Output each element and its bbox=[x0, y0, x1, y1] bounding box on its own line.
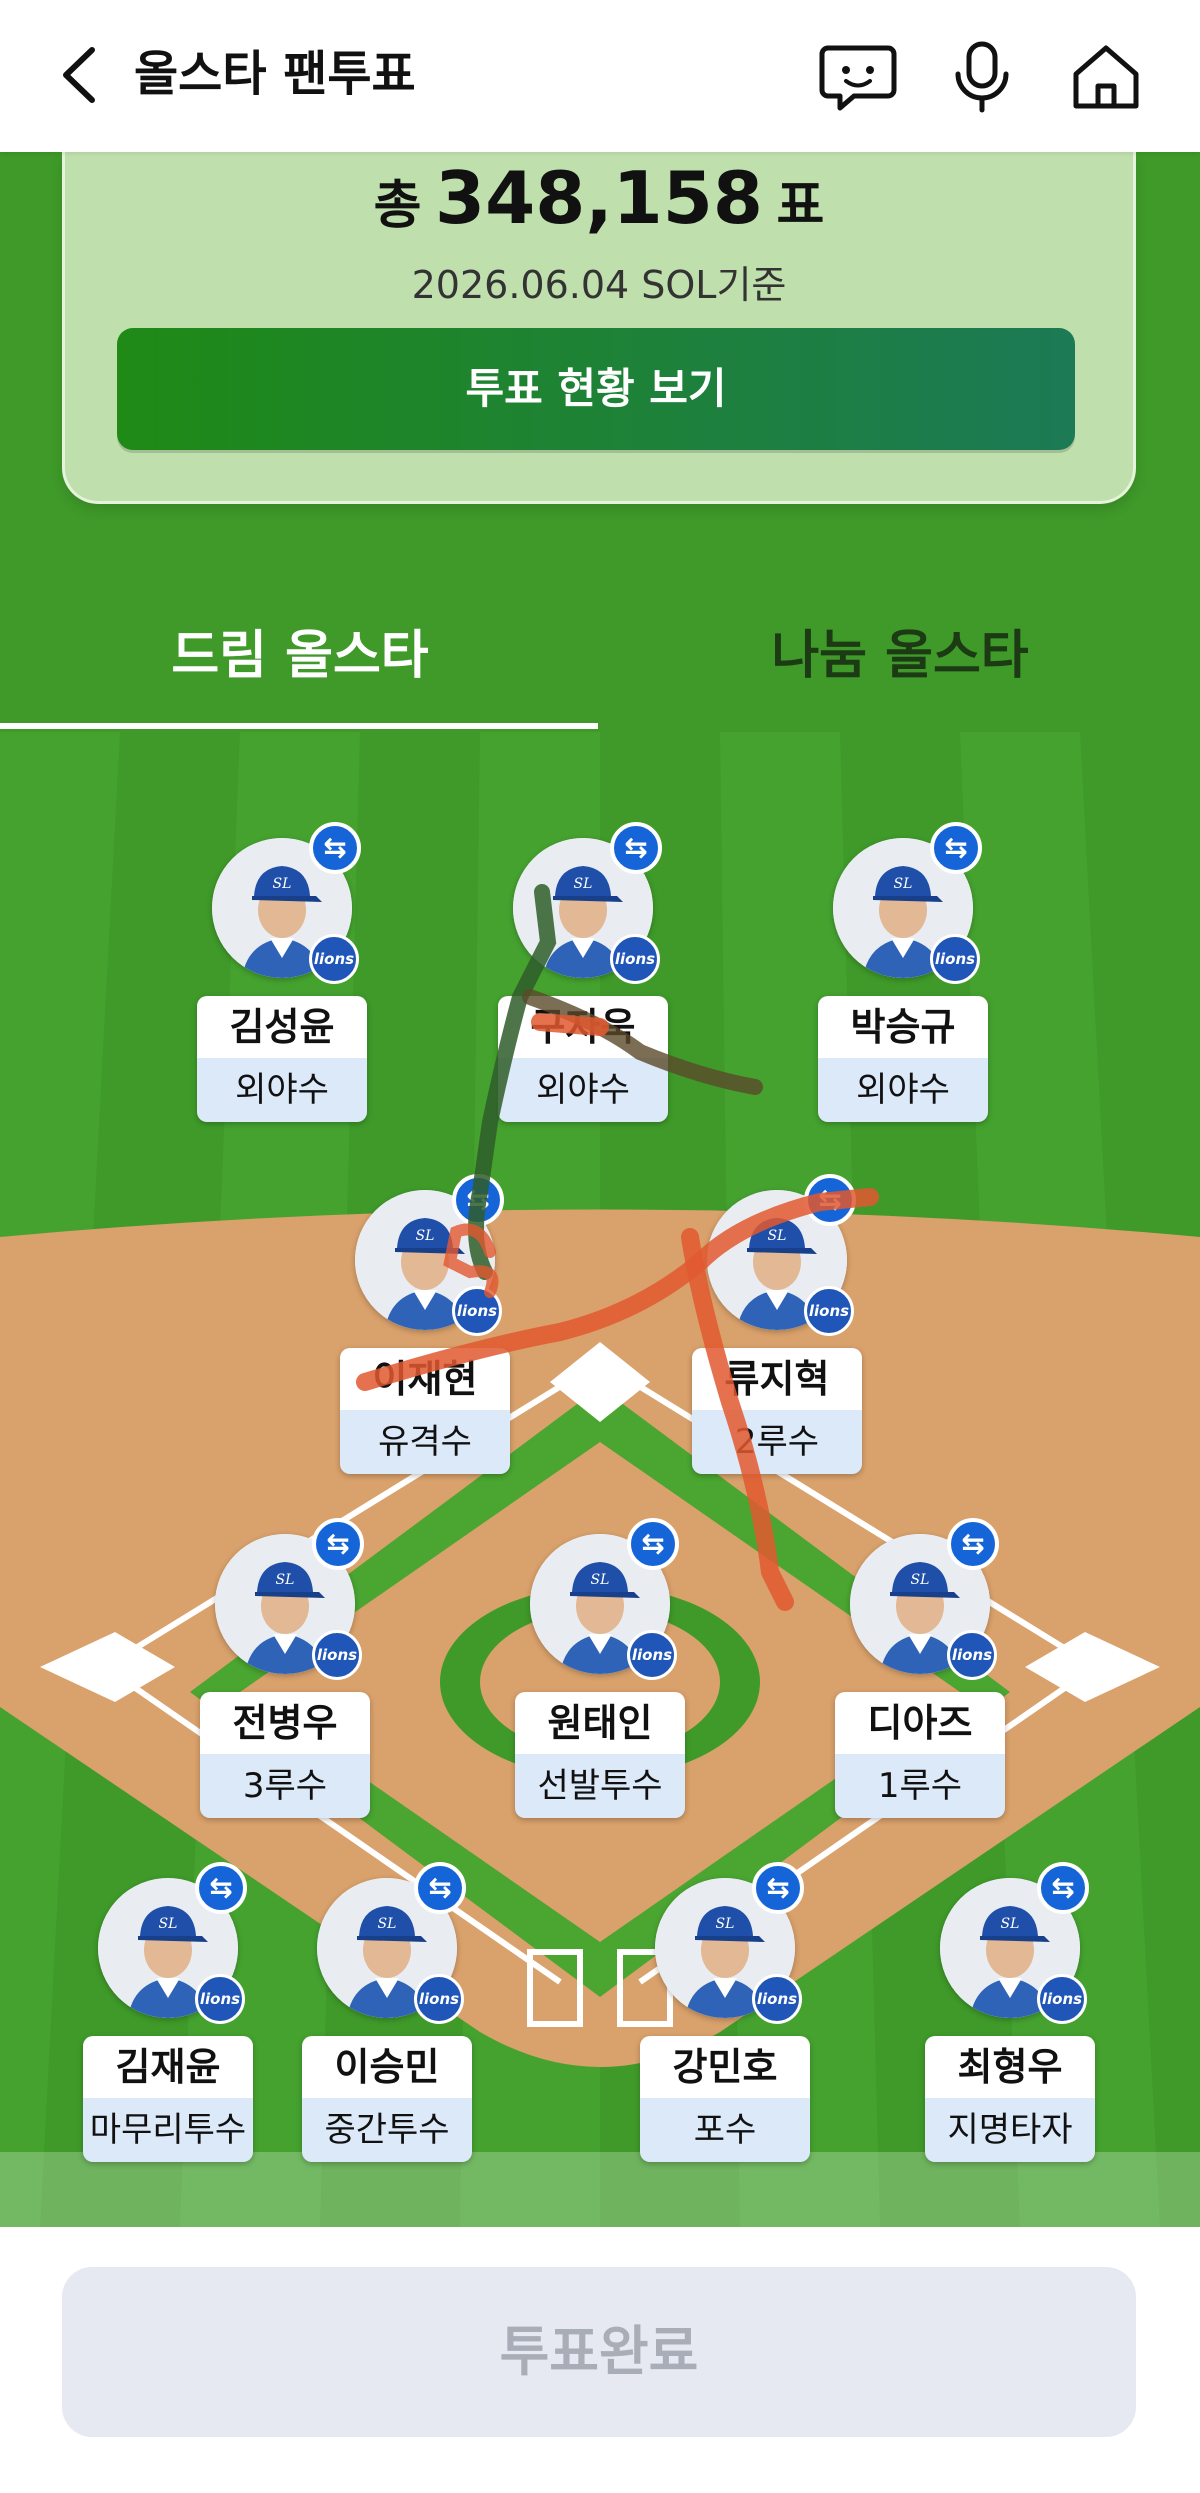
swap-icon[interactable]: ⇆ bbox=[947, 1518, 999, 1570]
tab-share-allstar[interactable]: 나눔 올스타 bbox=[600, 616, 1200, 696]
microphone-button[interactable] bbox=[942, 36, 1022, 116]
player-label: 강민호 포수 bbox=[640, 2036, 810, 2162]
app-header: 올스타 팬투표 bbox=[0, 0, 1200, 152]
bottom-bar: 투표완료 bbox=[0, 2227, 1200, 2493]
svg-text:SL: SL bbox=[591, 1572, 610, 1588]
swap-icon[interactable]: ⇆ bbox=[414, 1862, 466, 1914]
player-label: 박승규 외야수 bbox=[818, 996, 988, 1122]
lions-badge-icon: lions bbox=[947, 1630, 997, 1680]
player-name: 김성윤 bbox=[197, 996, 367, 1058]
player-position: 포수 bbox=[640, 2098, 810, 2162]
vote-date: 2026.06.04 SOL기준 bbox=[411, 263, 787, 307]
player-label: 김재윤 마무리투수 bbox=[83, 2036, 253, 2162]
lions-badge-icon: lions bbox=[312, 1630, 362, 1680]
swap-icon[interactable]: ⇆ bbox=[452, 1174, 504, 1226]
player-name: 원태인 bbox=[515, 1692, 685, 1754]
player-name: 이재현 bbox=[340, 1348, 510, 1410]
microphone-icon bbox=[955, 41, 1009, 113]
chat-bot-icon bbox=[819, 45, 897, 111]
player-position: 1루수 bbox=[835, 1754, 1005, 1818]
total-suffix: 표 bbox=[776, 176, 825, 236]
lions-badge-icon: lions bbox=[414, 1974, 464, 2024]
lions-badge-icon: lions bbox=[1037, 1974, 1087, 2024]
player-label: 이재현 유격수 bbox=[340, 1348, 510, 1474]
player-position: 마무리투수 bbox=[83, 2098, 253, 2162]
vote-summary-card: 총 348,158 표 2026.06.04 SOL기준 투표 현황 보기 bbox=[62, 152, 1136, 504]
swap-icon[interactable]: ⇆ bbox=[627, 1518, 679, 1570]
swap-icon[interactable]: ⇆ bbox=[1037, 1862, 1089, 1914]
swap-icon[interactable]: ⇆ bbox=[309, 822, 361, 874]
svg-text:SL: SL bbox=[911, 1572, 930, 1588]
player-position: 외야수 bbox=[498, 1058, 668, 1122]
total-prefix: 총 bbox=[373, 176, 422, 236]
swap-icon[interactable]: ⇆ bbox=[312, 1518, 364, 1570]
vote-complete-button[interactable]: 투표완료 bbox=[62, 2267, 1136, 2437]
active-tab-indicator bbox=[0, 723, 598, 729]
player-label: 이승민 중간투수 bbox=[302, 2036, 472, 2162]
view-vote-status-button[interactable]: 투표 현황 보기 bbox=[117, 328, 1075, 450]
svg-text:SL: SL bbox=[716, 1916, 735, 1932]
svg-text:SL: SL bbox=[768, 1228, 787, 1244]
lions-badge-icon: lions bbox=[309, 934, 359, 984]
svg-text:SL: SL bbox=[894, 876, 913, 892]
player-position: 중간투수 bbox=[302, 2098, 472, 2162]
page-title: 올스타 팬투표 bbox=[134, 46, 416, 102]
home-button[interactable] bbox=[1066, 36, 1146, 116]
swap-icon[interactable]: ⇆ bbox=[195, 1862, 247, 1914]
player-label: 류지혁 2루수 bbox=[692, 1348, 862, 1474]
player-name: 강민호 bbox=[640, 2036, 810, 2098]
home-icon bbox=[1073, 45, 1139, 109]
svg-text:SL: SL bbox=[273, 876, 292, 892]
svg-text:SL: SL bbox=[1001, 1916, 1020, 1932]
player-label: 전병우 3루수 bbox=[200, 1692, 370, 1818]
player-label: 구자욱 외야수 bbox=[498, 996, 668, 1122]
svg-text:SL: SL bbox=[416, 1228, 435, 1244]
player-label: 원태인 선발투수 bbox=[515, 1692, 685, 1818]
total-votes-number: 348,158 bbox=[435, 156, 763, 240]
player-label: 김성윤 외야수 bbox=[197, 996, 367, 1122]
player-label: 디아즈 1루수 bbox=[835, 1692, 1005, 1818]
back-button[interactable] bbox=[52, 40, 112, 110]
player-name: 이승민 bbox=[302, 2036, 472, 2098]
chat-bot-button[interactable] bbox=[818, 36, 898, 116]
svg-text:SL: SL bbox=[159, 1916, 178, 1932]
player-position: 지명타자 bbox=[925, 2098, 1095, 2162]
chevron-left-icon bbox=[63, 47, 95, 103]
player-name: 전병우 bbox=[200, 1692, 370, 1754]
player-position: 선발투수 bbox=[515, 1754, 685, 1818]
lions-badge-icon: lions bbox=[627, 1630, 677, 1680]
swap-icon[interactable]: ⇆ bbox=[804, 1174, 856, 1226]
lions-badge-icon: lions bbox=[452, 1286, 502, 1336]
svg-text:SL: SL bbox=[378, 1916, 397, 1932]
player-position: 3루수 bbox=[200, 1754, 370, 1818]
svg-text:SL: SL bbox=[276, 1572, 295, 1588]
lions-badge-icon: lions bbox=[930, 934, 980, 984]
baseball-field: 총 348,158 표 2026.06.04 SOL기준 투표 현황 보기 드림… bbox=[0, 152, 1200, 2227]
player-name: 구자욱 bbox=[498, 996, 668, 1058]
player-position: 2루수 bbox=[692, 1410, 862, 1474]
player-name: 류지혁 bbox=[692, 1348, 862, 1410]
swap-icon[interactable]: ⇆ bbox=[610, 822, 662, 874]
player-name: 디아즈 bbox=[835, 1692, 1005, 1754]
lions-badge-icon: lions bbox=[804, 1286, 854, 1336]
tab-dream-allstar[interactable]: 드림 올스타 bbox=[0, 616, 600, 696]
player-position: 유격수 bbox=[340, 1410, 510, 1474]
swap-icon[interactable]: ⇆ bbox=[752, 1862, 804, 1914]
player-name: 최형우 bbox=[925, 2036, 1095, 2098]
player-position: 외야수 bbox=[818, 1058, 988, 1122]
swap-icon[interactable]: ⇆ bbox=[930, 822, 982, 874]
lions-badge-icon: lions bbox=[195, 1974, 245, 2024]
player-label: 최형우 지명타자 bbox=[925, 2036, 1095, 2162]
player-name: 김재윤 bbox=[83, 2036, 253, 2098]
lions-badge-icon: lions bbox=[752, 1974, 802, 2024]
lions-badge-icon: lions bbox=[610, 934, 660, 984]
svg-text:SL: SL bbox=[574, 876, 593, 892]
player-position: 외야수 bbox=[197, 1058, 367, 1122]
total-votes: 총 348,158 표 bbox=[65, 156, 1133, 240]
player-name: 박승규 bbox=[818, 996, 988, 1058]
